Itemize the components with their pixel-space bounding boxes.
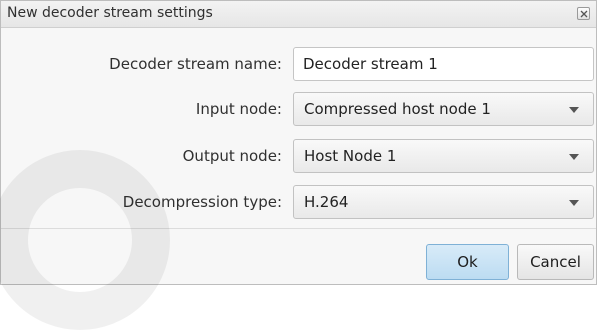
dialog-title: New decoder stream settings (7, 5, 213, 21)
stream-name-label: Decoder stream name: (109, 55, 282, 73)
chevron-down-icon (569, 154, 579, 160)
decoder-stream-dialog: New decoder stream settings Decoder stre… (0, 0, 597, 285)
output-node-dropdown[interactable]: Host Node 1 (293, 139, 594, 173)
input-node-label: Input node: (195, 100, 282, 118)
chevron-down-icon (569, 200, 579, 206)
stream-name-input[interactable]: Decoder stream 1 (293, 47, 594, 81)
decompression-type-label: Decompression type: (122, 193, 282, 211)
decompression-type-value: H.264 (304, 193, 349, 211)
title-bar: New decoder stream settings (1, 1, 596, 28)
ok-button[interactable]: Ok (426, 244, 509, 280)
decompression-type-row: Decompression type: H.264 (1, 185, 596, 219)
close-icon (580, 10, 588, 18)
decompression-type-dropdown[interactable]: H.264 (293, 185, 594, 219)
stream-name-row: Decoder stream name: Decoder stream 1 (1, 47, 596, 81)
output-node-value: Host Node 1 (304, 147, 397, 165)
input-node-value: Compressed host node 1 (304, 100, 491, 118)
button-divider (1, 228, 596, 229)
output-node-row: Output node: Host Node 1 (1, 139, 596, 173)
close-button[interactable] (577, 7, 590, 20)
cancel-button[interactable]: Cancel (517, 244, 594, 280)
input-node-dropdown[interactable]: Compressed host node 1 (293, 92, 594, 126)
input-node-row: Input node: Compressed host node 1 (1, 92, 596, 126)
output-node-label: Output node: (182, 147, 282, 165)
chevron-down-icon (569, 107, 579, 113)
